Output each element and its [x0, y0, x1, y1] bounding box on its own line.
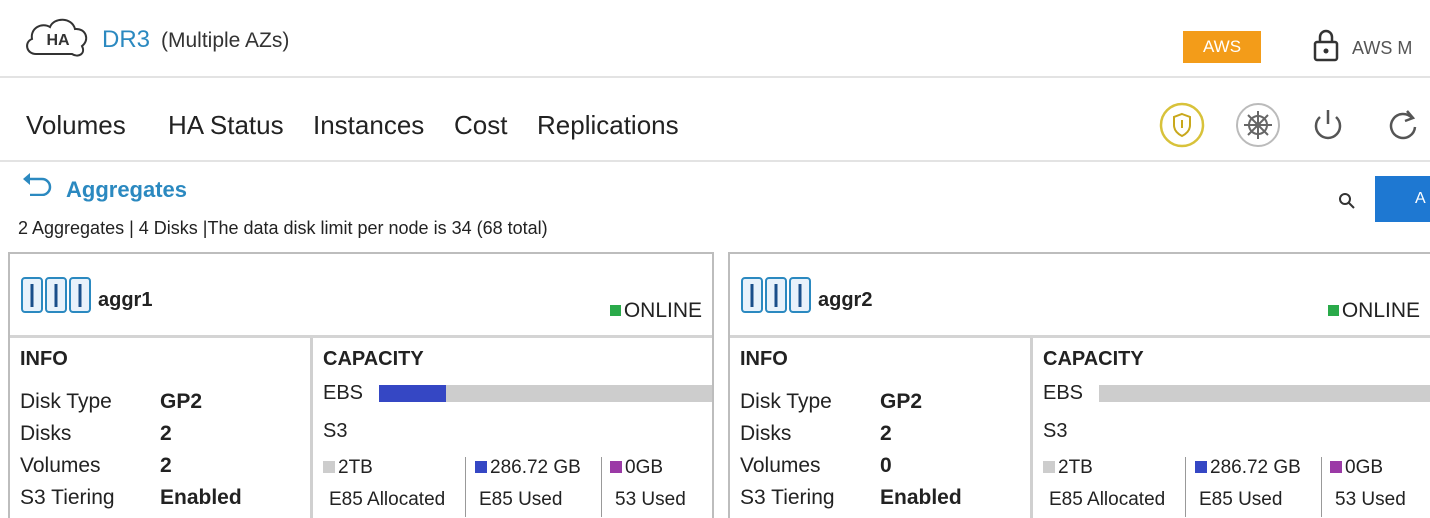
- purple-swatch-icon: [1330, 461, 1342, 473]
- info-title: INFO: [20, 348, 68, 370]
- legend-allocated: 2TB: [1043, 457, 1093, 479]
- purple-swatch-icon: [610, 461, 622, 473]
- account-name[interactable]: AWS M: [1352, 38, 1412, 59]
- legend-allocated: 2TB: [323, 457, 373, 479]
- legend-s3-used: 0GB: [1330, 457, 1383, 479]
- legend-divider: [601, 457, 602, 517]
- status-text: ONLINE: [623, 299, 702, 322]
- aggregate-card[interactable]: aggr2 ONLINE INFO Disk Type GP2 Disks 2 …: [728, 252, 1430, 518]
- tab-ha-status[interactable]: HA Status: [168, 110, 284, 141]
- online-dot-icon: [1327, 305, 1339, 316]
- legend-value: 0GB: [625, 457, 664, 478]
- s3-label: S3: [1043, 420, 1068, 442]
- shield-icon[interactable]: [1159, 102, 1205, 148]
- disk-stack-icon: [21, 277, 91, 313]
- legend-value: 0GB: [1345, 457, 1384, 478]
- ebs-used-fill: [379, 385, 446, 402]
- info-value: Enabled: [160, 486, 242, 509]
- tab-cost[interactable]: Cost: [454, 110, 507, 141]
- tab-replications[interactable]: Replications: [537, 110, 679, 141]
- legend-value: 286.72 GB: [1210, 457, 1301, 478]
- back-arrow-icon[interactable]: [20, 172, 52, 196]
- aggregate-name: aggr1: [98, 289, 153, 311]
- info-value: 2: [160, 454, 172, 477]
- legend-used: 286.72 GB: [1195, 457, 1301, 479]
- app-subtitle: (Multiple AZs): [161, 29, 290, 52]
- gray-swatch-icon: [323, 461, 335, 473]
- power-icon[interactable]: [1305, 102, 1351, 148]
- info-column: INFO Disk Type GP2 Disks 2 Volumes 2 S3 …: [10, 338, 313, 518]
- status-badge: ONLINE: [1327, 299, 1420, 323]
- legend-value: 2TB: [1058, 457, 1093, 478]
- status-text: ONLINE: [1341, 299, 1420, 322]
- legend-divider: [1185, 457, 1186, 517]
- add-aggregate-button[interactable]: A: [1375, 176, 1430, 222]
- blue-swatch-icon: [1195, 461, 1207, 473]
- card-header: aggr2 ONLINE: [730, 254, 1430, 338]
- info-label: Disk Type: [20, 390, 112, 413]
- page-title[interactable]: Aggregates: [66, 177, 187, 203]
- aggregates-summary: 2 Aggregates | 4 Disks |The data disk li…: [18, 218, 548, 238]
- online-dot-icon: [609, 305, 621, 316]
- s3-label: S3: [323, 420, 348, 442]
- legend-caption: 53 Used: [615, 489, 686, 510]
- tab-volumes[interactable]: Volumes: [26, 110, 126, 141]
- nav-bar: Volumes HA Status Instances Cost Replica…: [0, 80, 1430, 162]
- info-label: Volumes: [20, 454, 101, 477]
- info-value: GP2: [160, 390, 203, 413]
- info-value: 2: [160, 422, 172, 445]
- cloud-logo-icon: HA: [26, 18, 88, 57]
- logo-text: HA: [46, 32, 70, 49]
- ebs-capacity-bar: [1099, 385, 1430, 402]
- status-badge: ONLINE: [609, 299, 702, 323]
- refresh-icon[interactable]: [1380, 102, 1426, 148]
- capacity-title: CAPACITY: [1043, 348, 1144, 370]
- info-value: Enabled: [880, 486, 962, 509]
- info-title: INFO: [740, 348, 788, 370]
- provider-badge: AWS: [1183, 31, 1261, 63]
- info-label: Disks: [740, 422, 792, 445]
- legend-value: 286.72 GB: [490, 457, 581, 478]
- info-label: Volumes: [740, 454, 821, 477]
- legend-value: 2TB: [338, 457, 373, 478]
- legend-caption: E85 Allocated: [1049, 489, 1166, 510]
- ebs-label: EBS: [1043, 382, 1084, 404]
- aggregate-name: aggr2: [818, 289, 873, 311]
- helm-icon[interactable]: [1235, 102, 1281, 148]
- legend-caption: E85 Used: [1199, 489, 1283, 510]
- info-label: S3 Tiering: [20, 486, 115, 509]
- info-label: Disk Type: [740, 390, 832, 413]
- legend-divider: [465, 457, 466, 517]
- info-column: INFO Disk Type GP2 Disks 2 Volumes 0 S3 …: [730, 338, 1033, 518]
- legend-caption: E85 Used: [479, 489, 563, 510]
- app-name[interactable]: DR3: [102, 26, 150, 54]
- disk-stack-icon: [741, 277, 811, 313]
- info-label: S3 Tiering: [740, 486, 835, 509]
- ebs-capacity-bar: [379, 385, 712, 402]
- tab-instances[interactable]: Instances: [313, 110, 424, 141]
- gray-swatch-icon: [1043, 461, 1055, 473]
- info-value: 2: [880, 422, 892, 445]
- legend-caption: E85 Allocated: [329, 489, 446, 510]
- card-header: aggr1 ONLINE: [10, 254, 712, 338]
- capacity-column: CAPACITY EBS S3 2TB E85 Allocated 286.72…: [1033, 338, 1430, 518]
- info-value: 0: [880, 454, 892, 477]
- info-label: Disks: [20, 422, 72, 445]
- ebs-label: EBS: [323, 382, 364, 404]
- capacity-column: CAPACITY EBS S3 2TB E85 Allocated 286.72…: [313, 338, 712, 518]
- aggregate-card[interactable]: aggr1 ONLINE INFO Disk Type GP2 Disks 2 …: [8, 252, 714, 518]
- info-value: GP2: [880, 390, 923, 413]
- lock-icon[interactable]: [1313, 28, 1339, 62]
- legend-s3-used: 0GB: [610, 457, 663, 479]
- legend-divider: [1321, 457, 1322, 517]
- capacity-title: CAPACITY: [323, 348, 424, 370]
- top-bar: HA DR3 (Multiple AZs) AWS AWS M: [0, 0, 1430, 78]
- blue-swatch-icon: [475, 461, 487, 473]
- legend-used: 286.72 GB: [475, 457, 581, 479]
- search-icon[interactable]: [1338, 192, 1356, 210]
- legend-caption: 53 Used: [1335, 489, 1406, 510]
